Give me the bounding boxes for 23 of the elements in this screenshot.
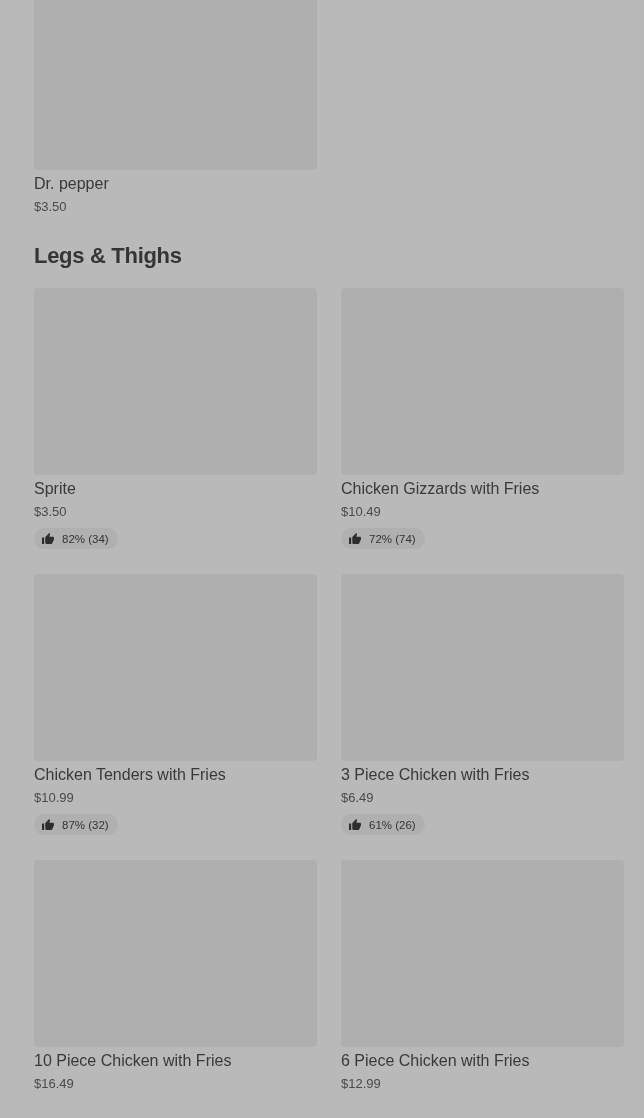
thumbs-up-icon xyxy=(42,533,54,544)
rating-text: 82% (34) xyxy=(62,531,109,546)
rating-text: 87% (32) xyxy=(62,817,109,832)
thumbs-up-icon xyxy=(349,819,361,830)
item-price: $3.50 xyxy=(34,503,67,521)
rating-text: 61% (26) xyxy=(369,817,416,832)
item-price: $6.49 xyxy=(341,789,374,807)
thumbs-up-icon xyxy=(42,819,54,830)
item-name: 10 Piece Chicken with Fries xyxy=(34,1051,232,1071)
item-name: Chicken Gizzards with Fries xyxy=(341,479,540,499)
item-name: 6 Piece Chicken with Fries xyxy=(341,1051,530,1071)
item-price: $3.50 xyxy=(34,198,67,216)
item-name: 3 Piece Chicken with Fries xyxy=(341,765,530,785)
item-name: Chicken Tenders with Fries xyxy=(34,765,226,785)
item-name: Dr. pepper xyxy=(34,174,109,194)
item-name: Sprite xyxy=(34,479,76,499)
item-price: $10.99 xyxy=(34,789,74,807)
section-heading: Legs & Thighs xyxy=(34,242,183,270)
item-price: $10.49 xyxy=(341,503,381,521)
thumbs-up-icon xyxy=(349,533,361,544)
rating-text: 72% (74) xyxy=(369,531,416,546)
item-price: $12.99 xyxy=(341,1075,381,1093)
item-price: $16.49 xyxy=(34,1075,74,1093)
